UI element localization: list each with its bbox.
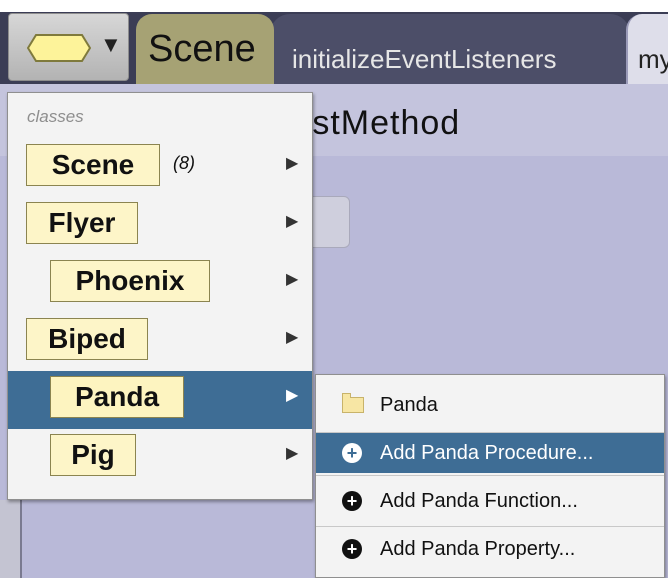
submenu-label: Add Panda Procedure...: [380, 442, 594, 464]
class-hexagon-icon: [27, 34, 91, 62]
menu-item-scene[interactable]: Scene (8) ▶: [8, 139, 312, 197]
class-label: Phoenix: [75, 265, 185, 296]
tab-initialize-event-listeners[interactable]: initializeEventListeners: [270, 14, 630, 84]
panda-submenu: Panda + Add Panda Procedure... + Add Pan…: [315, 374, 665, 578]
submenu-label: Add Panda Property...: [380, 538, 576, 560]
submenu-divider: [316, 526, 664, 527]
submenu-item-add-procedure[interactable]: + Add Panda Procedure...: [316, 433, 664, 473]
menu-item-pig[interactable]: Pig ▶: [8, 429, 312, 487]
submenu-divider: [316, 475, 664, 476]
menu-item-phoenix[interactable]: Phoenix ▶: [8, 255, 312, 313]
menu-item-flyer[interactable]: Flyer ▶: [8, 197, 312, 255]
submenu-arrow-icon: ▶: [286, 445, 299, 462]
submenu-label: Add Panda Function...: [380, 490, 578, 512]
folder-icon: [342, 393, 364, 413]
class-tile: Panda: [50, 376, 184, 418]
plus-circle-icon: +: [342, 443, 362, 463]
editor-left-strip: [0, 500, 22, 578]
tab-label: Scene: [148, 28, 256, 70]
menu-item-panda[interactable]: Panda ▶: [8, 371, 312, 429]
class-tile: Flyer: [26, 202, 138, 244]
class-count: (8): [173, 153, 195, 173]
class-label: Panda: [74, 381, 160, 412]
class-chooser-button[interactable]: ▼: [8, 13, 129, 81]
tab-label: my: [638, 44, 668, 74]
class-label: Scene: [51, 149, 135, 180]
method-title: rstMethod: [300, 104, 461, 142]
submenu-arrow-icon: ▶: [286, 271, 299, 288]
class-label: Pig: [71, 439, 115, 470]
tab-label: initializeEventListeners: [292, 44, 557, 74]
menu-item-biped[interactable]: Biped ▶: [8, 313, 312, 371]
submenu-arrow-icon: ▶: [286, 213, 299, 230]
dropdown-arrow-icon: ▼: [100, 32, 122, 57]
menu-heading: classes: [27, 107, 84, 126]
submenu-arrow-icon: ▶: [286, 155, 299, 172]
submenu-arrow-icon: ▶: [286, 329, 299, 346]
submenu-item-add-function[interactable]: + Add Panda Function...: [316, 481, 664, 521]
submenu-arrow-icon: ▶: [286, 387, 299, 404]
class-tile: Pig: [50, 434, 136, 476]
tab-my[interactable]: my: [626, 14, 668, 84]
class-tile: Biped: [26, 318, 148, 360]
submenu-label: Panda: [380, 394, 438, 416]
class-menu: classes Scene (8) ▶ Flyer ▶ Phoenix ▶ Bi…: [7, 92, 313, 500]
class-tile: Phoenix: [50, 260, 210, 302]
submenu-item-add-property[interactable]: + Add Panda Property...: [316, 529, 664, 569]
class-label: Biped: [48, 323, 126, 354]
submenu-item-panda[interactable]: Panda: [316, 385, 664, 425]
class-tile: Scene: [26, 144, 160, 186]
tab-scene[interactable]: Scene: [136, 14, 274, 84]
plus-circle-icon: +: [342, 491, 362, 511]
class-label: Flyer: [48, 207, 116, 238]
plus-circle-icon: +: [342, 539, 362, 559]
